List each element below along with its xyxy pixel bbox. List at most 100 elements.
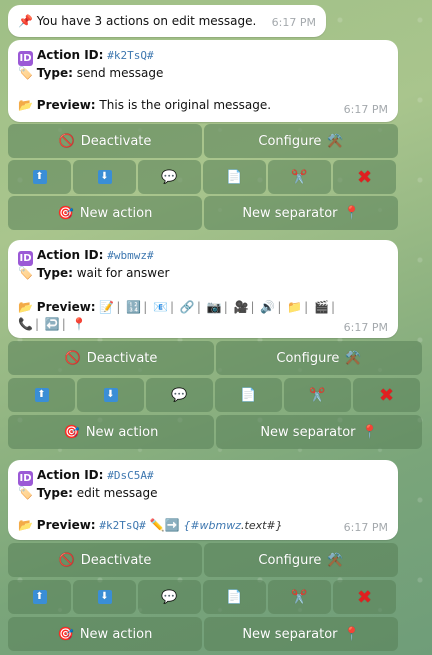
camera-icon: 📷 bbox=[206, 300, 222, 314]
close-icon: ✖ bbox=[356, 586, 373, 608]
new-action-button[interactable]: 🎯 New action bbox=[8, 415, 214, 449]
down-arrow-icon: ⬇ bbox=[97, 170, 112, 184]
action-message-1: ID Action ID: #k2TsQ# 🏷️ Type: send messa… bbox=[8, 40, 398, 122]
new-separator-button[interactable]: New separator 📍 bbox=[204, 196, 398, 230]
action-message-2: ID Action ID: #wbmwz# 🏷️ Type: wait for a… bbox=[8, 240, 398, 338]
comment-button[interactable]: 💬 bbox=[138, 160, 201, 194]
folder-icon: 📂 bbox=[18, 300, 33, 314]
deactivate-button[interactable]: 🚫 Deactivate bbox=[8, 543, 202, 577]
move-down-button[interactable]: ⬇ bbox=[73, 580, 136, 614]
new-action-label: New action bbox=[79, 205, 153, 221]
new-separator-button[interactable]: New separator 📍 bbox=[216, 415, 422, 449]
cut-button[interactable]: ✂️ bbox=[268, 160, 331, 194]
preview-ref[interactable]: #k2TsQ# bbox=[99, 519, 145, 532]
move-down-button[interactable]: ⬇ bbox=[77, 378, 144, 412]
location-pin-icon: 📍 bbox=[71, 317, 87, 331]
target-icon: 🎯 bbox=[57, 626, 74, 642]
close-icon: ✖ bbox=[356, 166, 373, 188]
no-entry-icon: 🚫 bbox=[58, 133, 75, 149]
pin-icon: 📍 bbox=[343, 205, 360, 221]
action-id-value[interactable]: #wbmwz# bbox=[107, 249, 153, 262]
keyboard-row: 🎯 New action New separator 📍 bbox=[8, 617, 398, 651]
preview-label: Preview: bbox=[36, 518, 96, 532]
preview-text: This is the original message. bbox=[99, 98, 272, 112]
message-time: 6:17 PM bbox=[343, 521, 388, 534]
keyboard-row: ⬆ ⬇ 💬 📄 ✂️ ✖ bbox=[8, 580, 396, 614]
delete-button[interactable]: ✖ bbox=[333, 580, 396, 614]
configure-label: Configure bbox=[258, 552, 322, 568]
up-arrow-icon: ⬆ bbox=[32, 170, 47, 184]
deactivate-button[interactable]: 🚫 Deactivate bbox=[8, 124, 202, 158]
move-up-button[interactable]: ⬆ bbox=[8, 580, 71, 614]
video-camera-icon: 🎥 bbox=[233, 300, 249, 314]
new-separator-label: New separator bbox=[242, 205, 338, 221]
new-separator-button[interactable]: New separator 📍 bbox=[204, 617, 398, 651]
action-id-label: Action ID: bbox=[37, 248, 104, 262]
new-separator-label: New separator bbox=[242, 626, 338, 642]
deactivate-label: Deactivate bbox=[80, 552, 152, 568]
new-action-label: New action bbox=[79, 626, 153, 642]
new-action-button[interactable]: 🎯 New action bbox=[8, 617, 202, 651]
configure-button[interactable]: Configure ⚒️ bbox=[204, 543, 398, 577]
folder-file-icon: 📁 bbox=[287, 300, 303, 314]
target-icon: 🎯 bbox=[57, 205, 74, 221]
folder-icon: 📂 bbox=[18, 518, 33, 532]
delete-button[interactable]: ✖ bbox=[333, 160, 396, 194]
move-down-button[interactable]: ⬇ bbox=[73, 160, 136, 194]
deactivate-button[interactable]: 🚫 Deactivate bbox=[8, 341, 214, 375]
preview-expression-close: .text#} bbox=[241, 519, 283, 532]
message-time: 6:17 PM bbox=[343, 103, 388, 116]
phone-icon: 📞 bbox=[18, 317, 33, 331]
cut-button[interactable]: ✂️ bbox=[268, 580, 331, 614]
speech-bubble-icon: 💬 bbox=[171, 387, 188, 403]
no-entry-icon: 🚫 bbox=[58, 552, 75, 568]
type-value: edit message bbox=[76, 486, 158, 500]
up-arrow-icon: ⬆ bbox=[32, 590, 47, 604]
document-icon: 📄 bbox=[226, 169, 243, 185]
type-label: Type: bbox=[36, 66, 73, 80]
tag-icon: 🏷️ bbox=[18, 486, 33, 500]
copy-button[interactable]: 📄 bbox=[203, 160, 266, 194]
tools-icon: ⚒️ bbox=[327, 133, 344, 149]
action-id-value[interactable]: #k2TsQ# bbox=[107, 49, 153, 62]
document-icon: 📄 bbox=[240, 387, 257, 403]
return-arrow-icon: ↩️ bbox=[44, 317, 60, 331]
move-up-button[interactable]: ⬆ bbox=[8, 378, 75, 412]
configure-button[interactable]: Configure ⚒️ bbox=[204, 124, 398, 158]
type-label: Type: bbox=[36, 266, 73, 280]
message-time: 6:17 PM bbox=[271, 16, 316, 29]
preview-label: Preview: bbox=[36, 98, 96, 112]
summary-text: You have 3 actions on edit message. bbox=[36, 14, 257, 28]
delete-button[interactable]: ✖ bbox=[353, 378, 420, 412]
comment-button[interactable]: 💬 bbox=[146, 378, 213, 412]
preview-expression-ref[interactable]: #wbmwz bbox=[190, 519, 241, 532]
speaker-icon: 🔊 bbox=[260, 300, 276, 314]
comment-button[interactable]: 💬 bbox=[138, 580, 201, 614]
pushpin-icon: 📌 bbox=[18, 14, 33, 28]
preview-label: Preview: bbox=[36, 300, 96, 314]
keyboard-row: 🎯 New action New separator 📍 bbox=[8, 415, 422, 449]
keyboard-row: ⬆ ⬇ 💬 📄 ✂️ ✖ bbox=[8, 160, 396, 194]
copy-button[interactable]: 📄 bbox=[203, 580, 266, 614]
type-value: send message bbox=[76, 66, 164, 80]
keyboard-row: 🚫 Deactivate Configure ⚒️ bbox=[8, 543, 398, 577]
action-message-3: ID Action ID: #DsC5A# 🏷️ Type: edit messa… bbox=[8, 460, 398, 540]
up-arrow-icon: ⬆ bbox=[34, 388, 49, 402]
tag-icon: 🏷️ bbox=[18, 66, 33, 80]
keyboard-row: 🚫 Deactivate Configure ⚒️ bbox=[8, 341, 422, 375]
move-up-button[interactable]: ⬆ bbox=[8, 160, 71, 194]
keyboard-row: ⬆ ⬇ 💬 📄 ✂️ ✖ bbox=[8, 378, 420, 412]
message-time: 6:17 PM bbox=[343, 321, 388, 334]
numbers-icon: 🔢 bbox=[126, 300, 142, 314]
no-entry-icon: 🚫 bbox=[64, 350, 81, 366]
configure-button[interactable]: Configure ⚒️ bbox=[216, 341, 422, 375]
action-id-value[interactable]: #DsC5A# bbox=[107, 469, 153, 482]
pin-icon: 📍 bbox=[361, 424, 378, 440]
cut-button[interactable]: ✂️ bbox=[284, 378, 351, 412]
new-action-label: New action bbox=[85, 424, 159, 440]
link-icon: 🔗 bbox=[179, 300, 195, 314]
action-id-label: Action ID: bbox=[37, 468, 104, 482]
new-action-button[interactable]: 🎯 New action bbox=[8, 196, 202, 230]
deactivate-label: Deactivate bbox=[80, 133, 152, 149]
copy-button[interactable]: 📄 bbox=[215, 378, 282, 412]
